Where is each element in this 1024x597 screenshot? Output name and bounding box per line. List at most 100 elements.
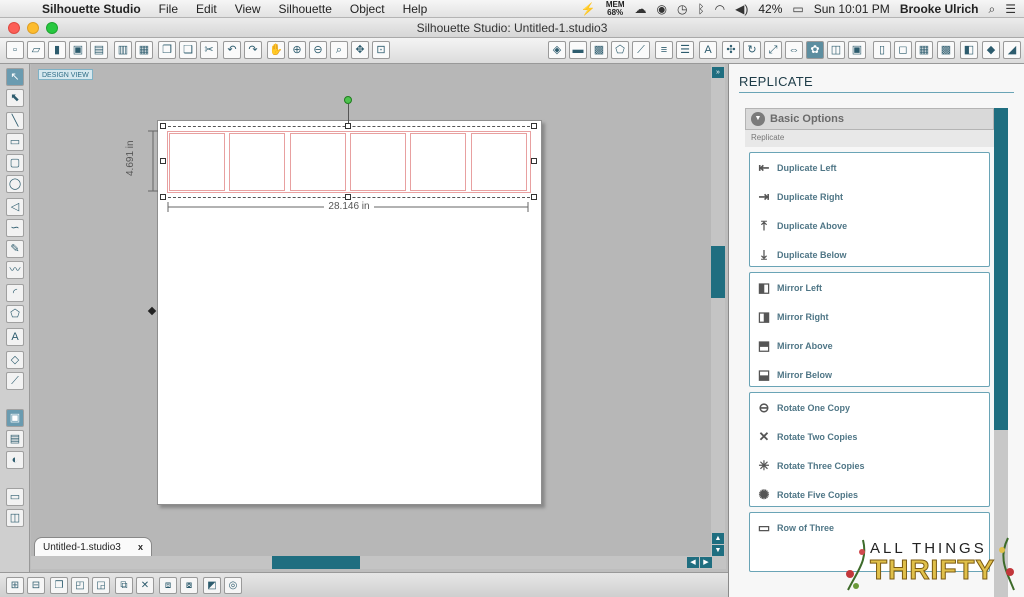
duplicate-left-button[interactable]: ⇤ Duplicate Left bbox=[754, 157, 837, 179]
offset-icon[interactable]: ◎ bbox=[224, 577, 242, 594]
library-icon[interactable]: ▮ bbox=[48, 41, 66, 59]
memory-indicator[interactable]: MEM 68% bbox=[606, 1, 625, 17]
eraser-tool-icon[interactable]: ◇ bbox=[6, 351, 24, 369]
menu-edit[interactable]: Edit bbox=[196, 2, 217, 16]
menu-app-name[interactable]: Silhouette Studio bbox=[42, 2, 141, 16]
duplicate-icon[interactable]: ❐ bbox=[50, 577, 68, 594]
save-icon[interactable]: ▣ bbox=[69, 41, 87, 59]
zoom-out-icon[interactable]: ⊖ bbox=[309, 41, 327, 59]
rotate-two-copies-button[interactable]: ✕ Rotate Two Copies bbox=[754, 426, 858, 448]
collapse-arrow-icon[interactable]: ▼ bbox=[751, 112, 765, 126]
eraser-panel-icon[interactable]: ◆ bbox=[982, 41, 1000, 59]
close-window-button[interactable] bbox=[8, 22, 20, 34]
trace-icon[interactable]: ◧ bbox=[960, 41, 978, 59]
split-view-icon[interactable]: ▭ bbox=[6, 488, 24, 506]
undo-icon[interactable]: ↶ bbox=[223, 41, 241, 59]
new-document-icon[interactable]: ▫ bbox=[6, 41, 24, 59]
move-panel-icon[interactable]: ⇔ bbox=[785, 41, 803, 59]
text-tool-icon[interactable]: A bbox=[6, 328, 24, 346]
menu-view[interactable]: View bbox=[235, 2, 261, 16]
line-color-icon[interactable]: ⬠ bbox=[611, 41, 629, 59]
replicate-panel-icon[interactable]: ✿ bbox=[806, 41, 824, 59]
send-to-back-icon[interactable]: ⧇ bbox=[180, 577, 198, 594]
mirror-left-button[interactable]: ◧ Mirror Left bbox=[754, 277, 822, 299]
user-name[interactable]: Brooke Ulrich bbox=[900, 2, 979, 16]
zoom-select-icon[interactable]: ⌕ bbox=[330, 41, 348, 59]
minimize-window-button[interactable] bbox=[27, 22, 39, 34]
open-folder-icon[interactable]: ▱ bbox=[27, 41, 45, 59]
transform-icon[interactable]: ✣ bbox=[722, 41, 740, 59]
ungroup-icon[interactable]: ⊟ bbox=[27, 577, 45, 594]
rounded-rectangle-tool-icon[interactable]: ▢ bbox=[6, 154, 24, 172]
offset-panel-icon[interactable]: ▣ bbox=[848, 41, 866, 59]
fill-color-icon[interactable]: ◈ bbox=[548, 41, 566, 59]
print-icon[interactable]: ▥ bbox=[114, 41, 132, 59]
save-to-library-icon[interactable]: ▤ bbox=[90, 41, 108, 59]
group-icon[interactable]: ⊞ bbox=[6, 577, 24, 594]
line-tool-icon[interactable]: ╲ bbox=[6, 112, 24, 130]
scroll-up-arrow-icon[interactable]: ▲ bbox=[712, 533, 724, 544]
menu-file[interactable]: File bbox=[159, 2, 178, 16]
spotlight-search-icon[interactable]: ⌕ bbox=[989, 2, 996, 17]
drag-zoom-icon[interactable]: ✥ bbox=[351, 41, 369, 59]
document-tab[interactable]: Untitled-1.studio3 x bbox=[34, 537, 152, 556]
clock[interactable]: Sun 10:01 PM bbox=[814, 2, 890, 16]
mirror-right-button[interactable]: ◨ Mirror Right bbox=[754, 306, 829, 328]
send-to-cutter-icon[interactable]: ▦ bbox=[135, 41, 153, 59]
duplicate-above-button[interactable]: ⤒ Duplicate Above bbox=[754, 215, 847, 237]
delete-icon[interactable]: ✕ bbox=[136, 577, 154, 594]
wifi-icon[interactable]: ◠ bbox=[715, 2, 725, 16]
scroll-down-arrow-icon[interactable]: ▼ bbox=[712, 545, 724, 556]
mirror-below-button[interactable]: ⬓ Mirror Below bbox=[754, 364, 832, 386]
weld-icon[interactable]: ⧉ bbox=[115, 577, 133, 594]
polygon-tool-icon[interactable]: ◁ bbox=[6, 198, 24, 216]
dual-view-icon[interactable]: ◫ bbox=[6, 509, 24, 527]
make-compound-path-icon[interactable]: ◩ bbox=[203, 577, 221, 594]
expand-panel-arrow-icon[interactable]: » bbox=[712, 67, 724, 78]
time-machine-icon[interactable]: ◷ bbox=[677, 2, 687, 16]
horizontal-scroll-thumb[interactable] bbox=[272, 556, 360, 569]
design-page-icon[interactable]: ▣ bbox=[6, 409, 24, 427]
online-store-icon[interactable]: ◐ bbox=[6, 451, 24, 469]
paste-icon[interactable]: ❏ bbox=[179, 41, 197, 59]
curve-tool-icon[interactable]: ∽ bbox=[6, 219, 24, 237]
ellipse-tool-icon[interactable]: ◯ bbox=[6, 175, 24, 193]
creative-cloud-icon[interactable]: ☁ bbox=[634, 2, 646, 16]
menu-object[interactable]: Object bbox=[350, 2, 385, 16]
scale-panel-icon[interactable]: ⤢ bbox=[764, 41, 782, 59]
rotate-one-copy-button[interactable]: ⊖ Rotate One Copy bbox=[754, 397, 850, 419]
mirror-above-button[interactable]: ⬒ Mirror Above bbox=[754, 335, 833, 357]
close-tab-button[interactable]: x bbox=[138, 538, 143, 557]
freehand-tool-icon[interactable]: ✎ bbox=[6, 240, 24, 258]
send-backward-icon[interactable]: ◲ bbox=[92, 577, 110, 594]
line-style-icon[interactable]: ⟋ bbox=[632, 41, 650, 59]
vertical-scrollbar[interactable] bbox=[711, 64, 725, 556]
copy-icon[interactable]: ❐ bbox=[158, 41, 176, 59]
fit-to-window-icon[interactable]: ⊡ bbox=[372, 41, 390, 59]
bring-to-front-icon[interactable]: ⧈ bbox=[159, 577, 177, 594]
cut-settings-icon[interactable]: ◻ bbox=[894, 41, 912, 59]
registration-marks-icon[interactable]: ▩ bbox=[937, 41, 955, 59]
library-view-icon[interactable]: ▤ bbox=[6, 430, 24, 448]
horizontal-scrollbar[interactable] bbox=[31, 556, 726, 569]
rotation-handle[interactable] bbox=[344, 96, 352, 104]
duplicate-right-button[interactable]: ⇥ Duplicate Right bbox=[754, 186, 843, 208]
panel-scroll-thumb[interactable] bbox=[994, 108, 1008, 430]
cut-scissors-icon[interactable]: ✂ bbox=[200, 41, 218, 59]
select-tool-icon[interactable]: ↖ bbox=[6, 68, 24, 86]
row-of-three-button[interactable]: ▭ Row of Three bbox=[754, 517, 834, 539]
basic-options-header[interactable]: ▼ Basic Options bbox=[745, 108, 994, 130]
activity-warning-icon[interactable]: ⚡ bbox=[581, 2, 596, 16]
battery-percent[interactable]: 42% bbox=[758, 2, 782, 16]
scroll-right-arrow-icon[interactable]: ▶ bbox=[700, 557, 712, 568]
vertical-scroll-thumb[interactable] bbox=[711, 246, 725, 298]
color-lines-icon[interactable]: ≡ bbox=[655, 41, 673, 59]
regular-polygon-tool-icon[interactable]: ⬠ bbox=[6, 305, 24, 323]
bluetooth-icon[interactable]: ᛒ bbox=[697, 2, 704, 16]
arc-tool-icon[interactable]: ◜ bbox=[6, 284, 24, 302]
pan-hand-icon[interactable]: ✋ bbox=[267, 41, 285, 59]
modify-panel-icon[interactable]: ◫ bbox=[827, 41, 845, 59]
zoom-window-button[interactable] bbox=[46, 22, 58, 34]
gradient-fill-icon[interactable]: ▬ bbox=[569, 41, 587, 59]
edit-points-tool-icon[interactable]: ⬉ bbox=[6, 89, 24, 107]
